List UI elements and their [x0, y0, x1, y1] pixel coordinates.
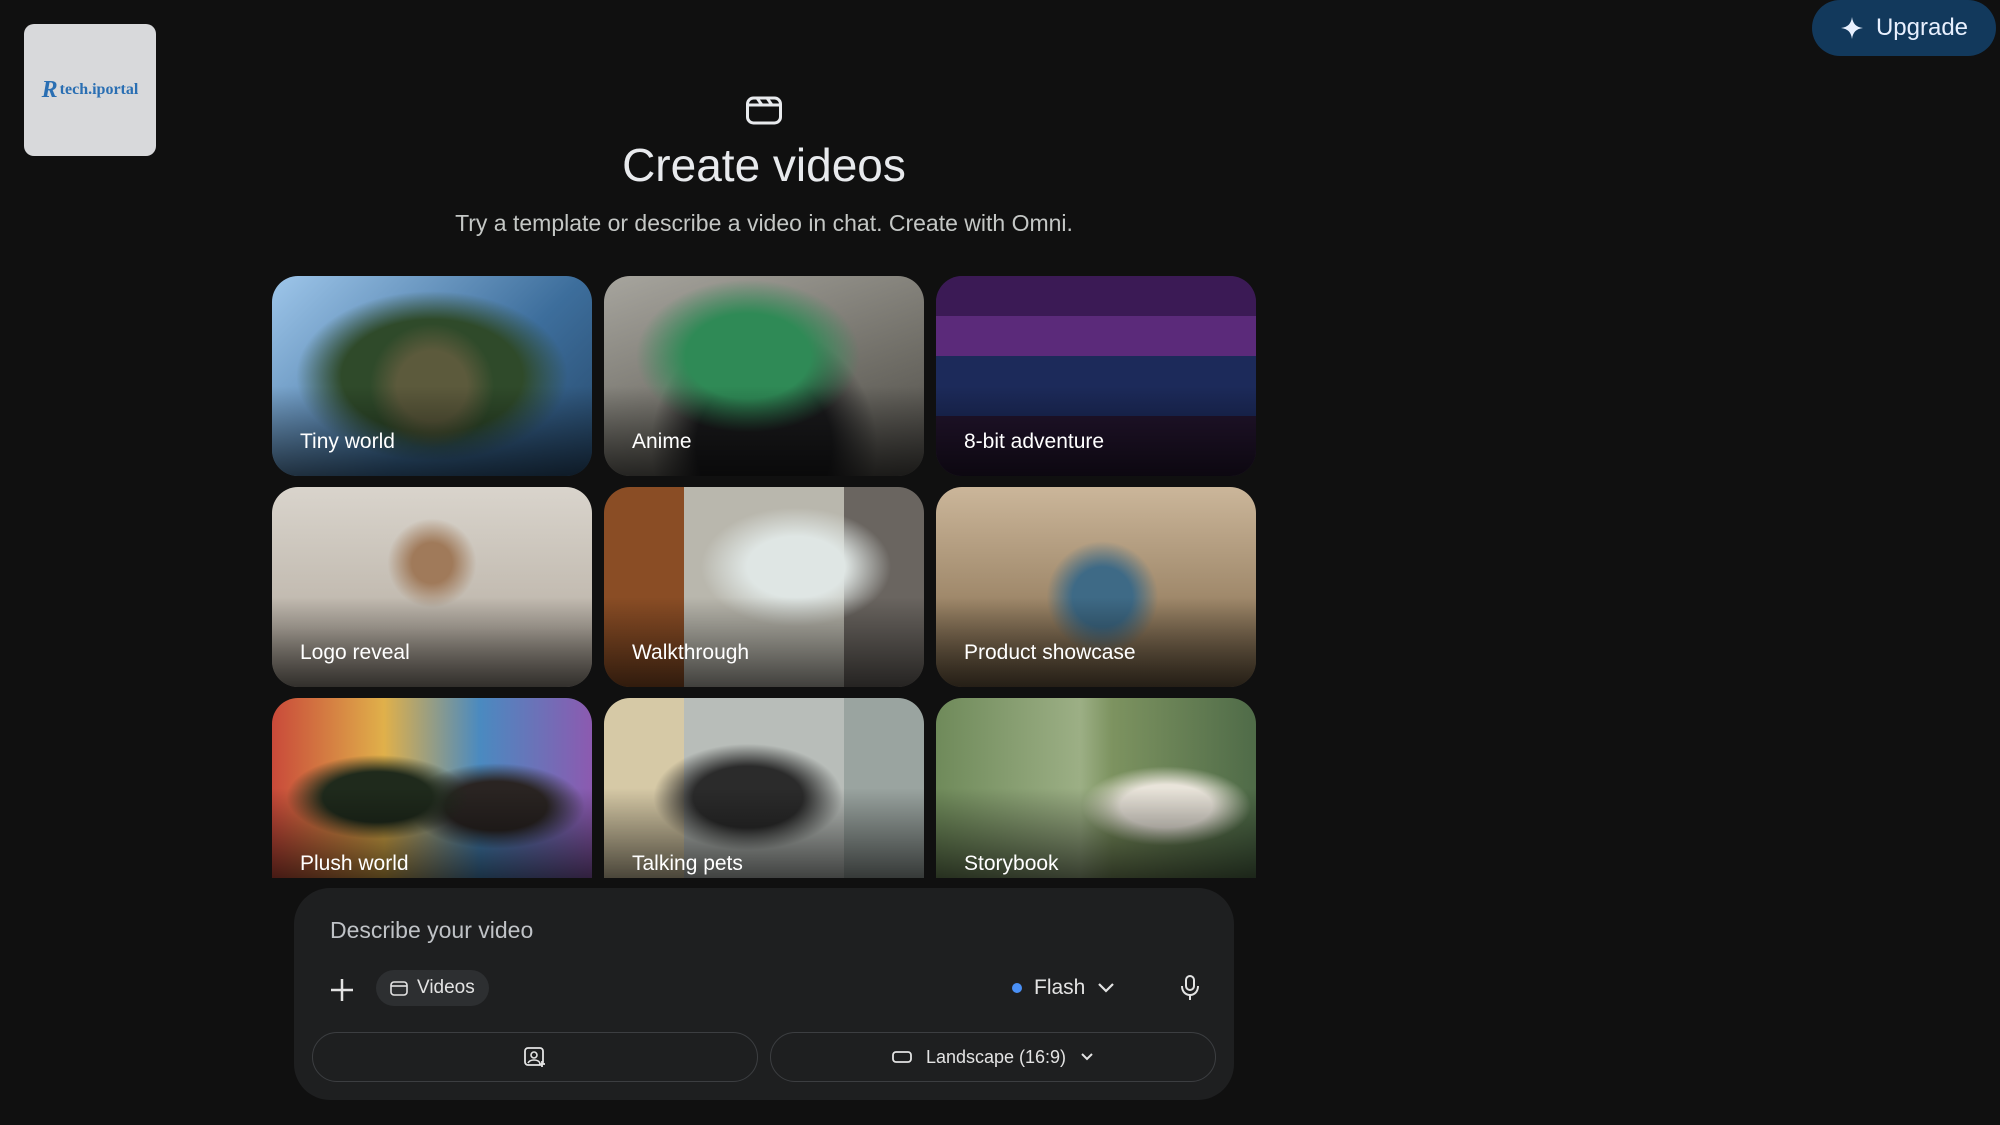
template-tile-storybook[interactable]: Storybook	[936, 698, 1256, 878]
chevron-down-icon	[1081, 1053, 1093, 1061]
template-tile-product-showcase[interactable]: Product showcase	[936, 487, 1256, 687]
upgrade-label: Upgrade	[1875, 14, 1969, 41]
microphone-icon	[1181, 975, 1199, 1000]
prompt-input[interactable]	[328, 910, 1188, 950]
aspect-ratio-label: Landscape (16:9)	[925, 1046, 1067, 1067]
landscape-aspect-icon	[892, 1051, 912, 1063]
template-tile-logo-reveal[interactable]: Logo reveal	[272, 487, 592, 687]
site-logo: R tech.iportal	[24, 24, 156, 156]
template-tile-plush-world[interactable]: Plush world	[272, 698, 592, 878]
template-thumbnail	[272, 698, 592, 878]
chevron-down-icon	[1098, 983, 1115, 993]
model-label: Flash	[1034, 976, 1086, 999]
prompt-composer: Videos Flash Landscape (16:9)	[294, 888, 1234, 1100]
image-add-icon	[524, 1047, 545, 1067]
aspect-ratio-selector[interactable]: Landscape (16:9)	[770, 1032, 1216, 1082]
template-label: Walkthrough	[632, 641, 750, 664]
plus-icon	[331, 979, 353, 1001]
template-label: Plush world	[300, 852, 409, 875]
sparkle-icon	[1840, 17, 1863, 39]
videos-chip-label: Videos	[417, 977, 475, 998]
template-tile-walkthrough[interactable]: Walkthrough	[604, 487, 924, 687]
clapperboard-icon	[746, 96, 782, 125]
template-label: Storybook	[964, 852, 1059, 875]
template-grid: Tiny world Anime 8-bit adventure Logo re…	[272, 276, 1257, 878]
template-tile-tiny-world[interactable]: Tiny world	[272, 276, 592, 476]
template-thumbnail	[604, 698, 924, 878]
template-label: Product showcase	[964, 641, 1136, 664]
template-label: Anime	[632, 430, 692, 453]
logo-text: tech.iportal	[59, 81, 139, 98]
model-selector[interactable]: Flash	[1012, 968, 1115, 1008]
page-subtitle: Try a template or describe a video in ch…	[455, 210, 1073, 236]
template-thumbnail	[936, 698, 1256, 878]
template-tile-talking-pets[interactable]: Talking pets	[604, 698, 924, 878]
logo-mark-icon: R	[41, 76, 58, 103]
template-label: Tiny world	[300, 430, 395, 453]
upgrade-button[interactable]: Upgrade	[1812, 0, 1996, 56]
model-status-dot	[1012, 983, 1022, 993]
video-chip-icon	[390, 981, 408, 996]
template-label: 8-bit adventure	[964, 430, 1105, 453]
template-label: Logo reveal	[300, 641, 410, 664]
add-attachment-button[interactable]	[324, 972, 360, 1008]
microphone-button[interactable]	[1172, 970, 1208, 1006]
template-tile-8-bit-adventure[interactable]: 8-bit adventure	[936, 276, 1256, 476]
page-title: Create videos	[622, 139, 906, 191]
template-label: Talking pets	[632, 852, 743, 875]
template-tile-anime[interactable]: Anime	[604, 276, 924, 476]
add-image-button[interactable]	[312, 1032, 758, 1082]
videos-tool-chip[interactable]: Videos	[376, 970, 489, 1006]
